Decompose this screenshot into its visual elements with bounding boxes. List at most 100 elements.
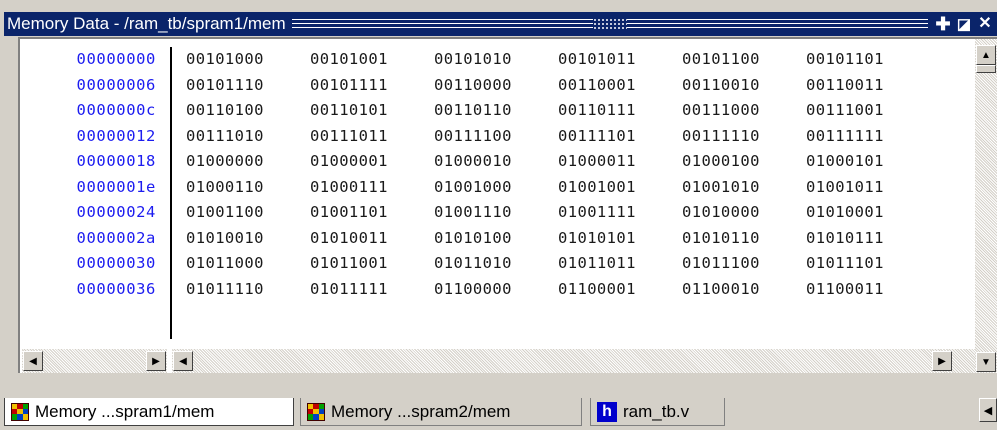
- memory-word[interactable]: 00111001: [806, 98, 930, 124]
- address-scroll-left-button[interactable]: ◀: [23, 351, 43, 371]
- memory-word[interactable]: 01011001: [310, 251, 434, 277]
- memory-content-pane: 00000000 00000006 0000000c 00000012 00000018…: [18, 37, 997, 373]
- address-horizontal-scrollbar[interactable]: ◀ ▶: [22, 349, 167, 373]
- memory-word[interactable]: 01100010: [682, 277, 806, 303]
- memory-word[interactable]: 00111111: [806, 124, 930, 150]
- memory-word[interactable]: 01000110: [186, 175, 310, 201]
- arrow-left-icon: ◀: [983, 404, 993, 417]
- memory-word[interactable]: 01011000: [186, 251, 310, 277]
- memory-word[interactable]: 01000000: [186, 149, 310, 175]
- address-column: 00000000 00000006 0000000c 00000012 00000018…: [24, 47, 172, 339]
- memory-word[interactable]: 00101010: [434, 47, 558, 73]
- memory-word[interactable]: 01000100: [682, 149, 806, 175]
- memory-word[interactable]: 00101101: [806, 47, 930, 73]
- memory-word[interactable]: 00101100: [682, 47, 806, 73]
- memory-word[interactable]: 01010110: [682, 226, 806, 252]
- memory-word[interactable]: 00111101: [558, 124, 682, 150]
- data-horizontal-scrollbar[interactable]: ◀ ▶: [172, 349, 975, 373]
- tab-memory-spram2[interactable]: Memory ...spram2/mem: [300, 398, 582, 426]
- tab-memory-spram1[interactable]: Memory ...spram1/mem: [4, 398, 294, 426]
- memory-word[interactable]: 00110000: [434, 73, 558, 99]
- memory-word[interactable]: 00110101: [310, 98, 434, 124]
- memory-word[interactable]: 01010100: [434, 226, 558, 252]
- memory-word[interactable]: 00110110: [434, 98, 558, 124]
- memory-word[interactable]: 00110100: [186, 98, 310, 124]
- drag-grip[interactable]: [291, 17, 928, 31]
- memory-word[interactable]: 01010000: [682, 200, 806, 226]
- tab-label: ram_tb.v: [623, 401, 690, 421]
- memory-word[interactable]: 01001011: [806, 175, 930, 201]
- tab-label: Memory ...spram2/mem: [331, 401, 511, 421]
- memory-word[interactable]: 00111000: [682, 98, 806, 124]
- memory-address: 0000001e: [76, 177, 156, 196]
- tab-scroll-left-button[interactable]: ◀: [979, 398, 997, 422]
- memory-icon: [11, 402, 29, 421]
- memory-word[interactable]: 00111011: [310, 124, 434, 150]
- memory-word[interactable]: 01100000: [434, 277, 558, 303]
- memory-address: 00000030: [76, 254, 156, 272]
- memory-word[interactable]: 00110011: [806, 73, 930, 99]
- memory-address: 0000002a: [76, 228, 156, 247]
- tab-label: Memory ...spram1/mem: [35, 401, 215, 421]
- scroll-down-button[interactable]: ▼: [976, 352, 996, 372]
- memory-row: 01000000 01000001 01000010 01000011 01000100…: [172, 149, 972, 175]
- tab-ram-tb-v[interactable]: h ram_tb.v: [590, 398, 725, 426]
- memory-word[interactable]: 01001111: [558, 200, 682, 226]
- vertical-scrollbar[interactable]: ▲ ▼: [975, 39, 997, 373]
- memory-word[interactable]: 00101001: [310, 47, 434, 73]
- memory-word[interactable]: 01000010: [434, 149, 558, 175]
- memory-word[interactable]: 01001100: [186, 200, 310, 226]
- memory-word[interactable]: 01001000: [434, 175, 558, 201]
- memory-word[interactable]: 01010111: [806, 226, 930, 252]
- memory-address: 00000000: [76, 50, 156, 68]
- memory-word[interactable]: 01001110: [434, 200, 558, 226]
- memory-word[interactable]: 00101110: [186, 73, 310, 99]
- memory-word[interactable]: 01011101: [806, 251, 930, 277]
- scroll-up-button[interactable]: ▲: [976, 45, 996, 65]
- memory-address: 00000018: [76, 152, 156, 170]
- memory-row: 00101110 00101111 00110000 00110001 00110010…: [172, 73, 972, 99]
- memory-word[interactable]: 01010011: [310, 226, 434, 252]
- grip-dots-icon: [592, 18, 627, 30]
- vertical-scroll-thumb[interactable]: [976, 65, 996, 73]
- memory-word[interactable]: 01001001: [558, 175, 682, 201]
- memory-word[interactable]: 01011110: [186, 277, 310, 303]
- address-scroll-right-button[interactable]: ▶: [146, 351, 166, 371]
- dock-button[interactable]: ✚: [934, 15, 952, 33]
- close-button[interactable]: ✕: [976, 15, 994, 33]
- memory-word[interactable]: 00110010: [682, 73, 806, 99]
- memory-word[interactable]: 00101000: [186, 47, 310, 73]
- undock-button[interactable]: ◪: [955, 15, 973, 33]
- memory-word[interactable]: 00101111: [310, 73, 434, 99]
- memory-address: 00000006: [76, 75, 156, 94]
- memory-row: 01010010 01010011 01010100 01010101 01010110…: [172, 226, 972, 252]
- memory-word[interactable]: 01010010: [186, 226, 310, 252]
- memory-word[interactable]: 00111010: [186, 124, 310, 150]
- data-scroll-right-button[interactable]: ▶: [932, 351, 952, 371]
- memory-word[interactable]: 01001010: [682, 175, 806, 201]
- memory-word[interactable]: 01000101: [806, 149, 930, 175]
- title-bar[interactable]: Memory Data - /ram_tb/spram1/mem ✚ ◪ ✕: [4, 12, 997, 36]
- memory-row: 01011000 01011001 01011010 01011011 01011100…: [172, 251, 972, 277]
- memory-word[interactable]: 01010001: [806, 200, 930, 226]
- memory-word[interactable]: 01010101: [558, 226, 682, 252]
- memory-word[interactable]: 01100011: [806, 277, 930, 303]
- tab-bar: Memory ...spram1/mem Memory ...spram2/me…: [0, 392, 997, 430]
- memory-word[interactable]: 01011011: [558, 251, 682, 277]
- memory-word[interactable]: 00110001: [558, 73, 682, 99]
- memory-data-window: Memory Data - /ram_tb/spram1/mem ✚ ◪ ✕ 0…: [0, 0, 997, 392]
- memory-word[interactable]: 01011010: [434, 251, 558, 277]
- memory-word[interactable]: 00110111: [558, 98, 682, 124]
- memory-word[interactable]: 00111100: [434, 124, 558, 150]
- memory-word[interactable]: 01011100: [682, 251, 806, 277]
- memory-word[interactable]: 01000011: [558, 149, 682, 175]
- memory-row: 01011110 01011111 01100000 01100001 01100010…: [172, 277, 972, 303]
- memory-word[interactable]: 00111110: [682, 124, 806, 150]
- memory-word[interactable]: 01000001: [310, 149, 434, 175]
- memory-word[interactable]: 00101011: [558, 47, 682, 73]
- memory-word[interactable]: 01000111: [310, 175, 434, 201]
- memory-word[interactable]: 01011111: [310, 277, 434, 303]
- data-scroll-left-button[interactable]: ◀: [173, 351, 193, 371]
- memory-word[interactable]: 01100001: [558, 277, 682, 303]
- memory-word[interactable]: 01001101: [310, 200, 434, 226]
